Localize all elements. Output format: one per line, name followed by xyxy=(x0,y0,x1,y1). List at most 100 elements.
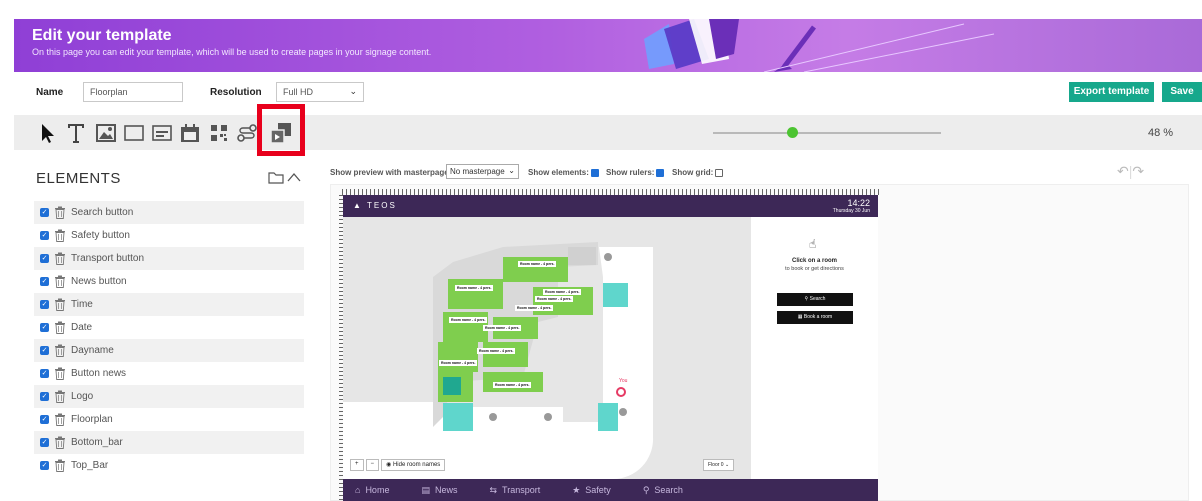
masterpage-value: No masterpage xyxy=(450,167,505,176)
visibility-checkbox[interactable]: ✓ xyxy=(40,346,49,355)
room-label[interactable]: Room name - 4 pers. xyxy=(543,289,582,295)
element-row[interactable]: ✓ Floorplan xyxy=(34,408,304,431)
trash-icon[interactable] xyxy=(54,298,66,311)
search-button[interactable]: ⚲ Search xyxy=(777,293,853,306)
room-label[interactable]: Room name - 4 pers. xyxy=(518,261,557,267)
visibility-checkbox[interactable]: ✓ xyxy=(40,254,49,263)
rectangle-icon[interactable] xyxy=(122,115,146,150)
safety-button[interactable]: ★ Safety xyxy=(572,485,611,496)
dayname[interactable]: Thursday 30 Jun xyxy=(833,208,870,214)
show-elements-option[interactable]: Show elements: xyxy=(528,168,599,177)
trash-icon[interactable] xyxy=(54,321,66,334)
room-label[interactable]: Room name - 4 pers. xyxy=(493,382,532,388)
trash-icon[interactable] xyxy=(54,367,66,380)
floor-select[interactable]: Floor 0 ⌄ xyxy=(703,459,735,471)
element-row[interactable]: ✓ Bottom_bar xyxy=(34,431,304,454)
hide-room-names-button[interactable]: ◉ Hide room names xyxy=(381,459,446,471)
calendar-icon[interactable] xyxy=(178,115,202,150)
room-label[interactable]: Room name - 4 pers. xyxy=(515,305,554,311)
trash-icon[interactable] xyxy=(54,413,66,426)
bottom-search-button[interactable]: ⚲ Search xyxy=(643,485,683,496)
visibility-checkbox[interactable]: ✓ xyxy=(40,323,49,332)
highlighted-tool-marker xyxy=(257,104,305,156)
room-label[interactable]: Room name - 4 pers. xyxy=(449,317,488,323)
bottom-search-button-label: Search xyxy=(654,485,683,495)
trash-icon[interactable] xyxy=(54,459,66,472)
zoom-level: 48 % xyxy=(1148,127,1174,139)
visibility-checkbox[interactable]: ✓ xyxy=(40,392,49,401)
transport-button[interactable]: ⇆ Transport xyxy=(489,485,540,496)
pointer-icon[interactable] xyxy=(38,115,58,150)
element-row[interactable]: ✓ Dayname xyxy=(34,339,304,362)
book-room-button[interactable]: ▦ Book a room xyxy=(777,311,853,324)
room-label[interactable]: Room name - 4 pers. xyxy=(477,348,516,354)
home-button[interactable]: ⌂ Home xyxy=(355,485,389,495)
element-row[interactable]: ✓ Date xyxy=(34,316,304,339)
time[interactable]: 14:22 xyxy=(847,198,870,208)
element-row[interactable]: ✓ News button xyxy=(34,270,304,293)
redo-icon[interactable]: ↷ xyxy=(1132,163,1144,179)
zoom-in-button[interactable]: + xyxy=(350,459,364,471)
visibility-checkbox[interactable]: ✓ xyxy=(40,300,49,309)
show-rulers-label: Show rulers: xyxy=(606,168,655,177)
undo-icon[interactable]: ↶ xyxy=(1117,163,1129,179)
room-label[interactable]: Room name - 4 pers. xyxy=(535,296,574,302)
show-rulers-checkbox[interactable] xyxy=(656,168,665,177)
export-template-button[interactable]: Export template xyxy=(1069,82,1154,102)
logo[interactable]: ▲ TEOS xyxy=(353,201,397,210)
visibility-checkbox[interactable]: ✓ xyxy=(40,461,49,470)
room-label[interactable]: Room name - 4 pers. xyxy=(483,325,522,331)
element-row[interactable]: ✓ Safety button xyxy=(34,224,304,247)
visibility-checkbox[interactable]: ✓ xyxy=(40,438,49,447)
element-label: Transport button xyxy=(71,253,145,264)
safety-icon: ★ xyxy=(572,484,581,495)
trash-icon[interactable] xyxy=(54,344,66,357)
template-preview[interactable]: ▲ TEOS 14:22 Thursday 30 Jun You Room na… xyxy=(343,195,878,501)
element-row[interactable]: ✓ Transport button xyxy=(34,247,304,270)
you-marker-label: You xyxy=(619,378,628,384)
qr-code-icon[interactable] xyxy=(207,115,231,150)
book-room-button-label: Book a room xyxy=(803,314,833,320)
element-row[interactable]: ✓ Time xyxy=(34,293,304,316)
save-button[interactable]: Save xyxy=(1162,82,1202,102)
trash-icon[interactable] xyxy=(54,390,66,403)
element-row[interactable]: ✓ Button news xyxy=(34,362,304,385)
trash-icon[interactable] xyxy=(54,436,66,449)
home-icon: ⌂ xyxy=(355,485,361,495)
elements-folder-toggle[interactable] xyxy=(268,170,302,187)
show-grid-checkbox[interactable] xyxy=(715,168,724,177)
trash-icon[interactable] xyxy=(54,275,66,288)
visibility-checkbox[interactable]: ✓ xyxy=(40,208,49,217)
top-bar[interactable]: ▲ TEOS 14:22 Thursday 30 Jun xyxy=(343,195,878,217)
show-grid-option[interactable]: Show grid: xyxy=(672,168,724,177)
room-label[interactable]: Room name - 4 pers. xyxy=(439,360,478,366)
chevron-down-icon: ⌄ xyxy=(508,166,515,175)
floorplan[interactable]: You Room name - 4 pers. Room name - 4 pe… xyxy=(343,217,751,479)
bottom-bar[interactable]: ⌂ Home ▤ News ⇆ Transport ★ Safety ⚲ Search xyxy=(343,479,878,501)
text-icon[interactable] xyxy=(64,115,88,150)
zoom-slider-track[interactable] xyxy=(713,132,941,134)
news-button[interactable]: ▤ News xyxy=(421,485,457,496)
zoom-out-button[interactable]: − xyxy=(365,459,380,471)
visibility-checkbox[interactable]: ✓ xyxy=(40,277,49,286)
visibility-checkbox[interactable]: ✓ xyxy=(40,231,49,240)
show-elements-checkbox[interactable] xyxy=(590,168,599,177)
visibility-checkbox[interactable]: ✓ xyxy=(40,369,49,378)
ticker-icon[interactable] xyxy=(150,115,174,150)
masterpage-select[interactable]: No masterpage ⌄ xyxy=(446,164,519,179)
image-icon[interactable] xyxy=(94,115,118,150)
zoom-slider-handle[interactable] xyxy=(787,127,798,138)
resolution-select[interactable]: Full HD ⌄ xyxy=(276,82,364,102)
template-name-input[interactable] xyxy=(83,82,183,102)
element-row[interactable]: ✓ Search button xyxy=(34,201,304,224)
route-icon[interactable] xyxy=(235,115,259,150)
element-row[interactable]: ✓ Top_Bar xyxy=(34,454,304,477)
show-rulers-option[interactable]: Show rulers: xyxy=(606,168,665,177)
trash-icon[interactable] xyxy=(54,229,66,242)
room-label[interactable]: Room name - 4 pers. xyxy=(455,285,494,291)
element-row[interactable]: ✓ Logo xyxy=(34,385,304,408)
trash-icon[interactable] xyxy=(54,206,66,219)
transport-button-label: Transport xyxy=(502,485,541,495)
trash-icon[interactable] xyxy=(54,252,66,265)
visibility-checkbox[interactable]: ✓ xyxy=(40,415,49,424)
